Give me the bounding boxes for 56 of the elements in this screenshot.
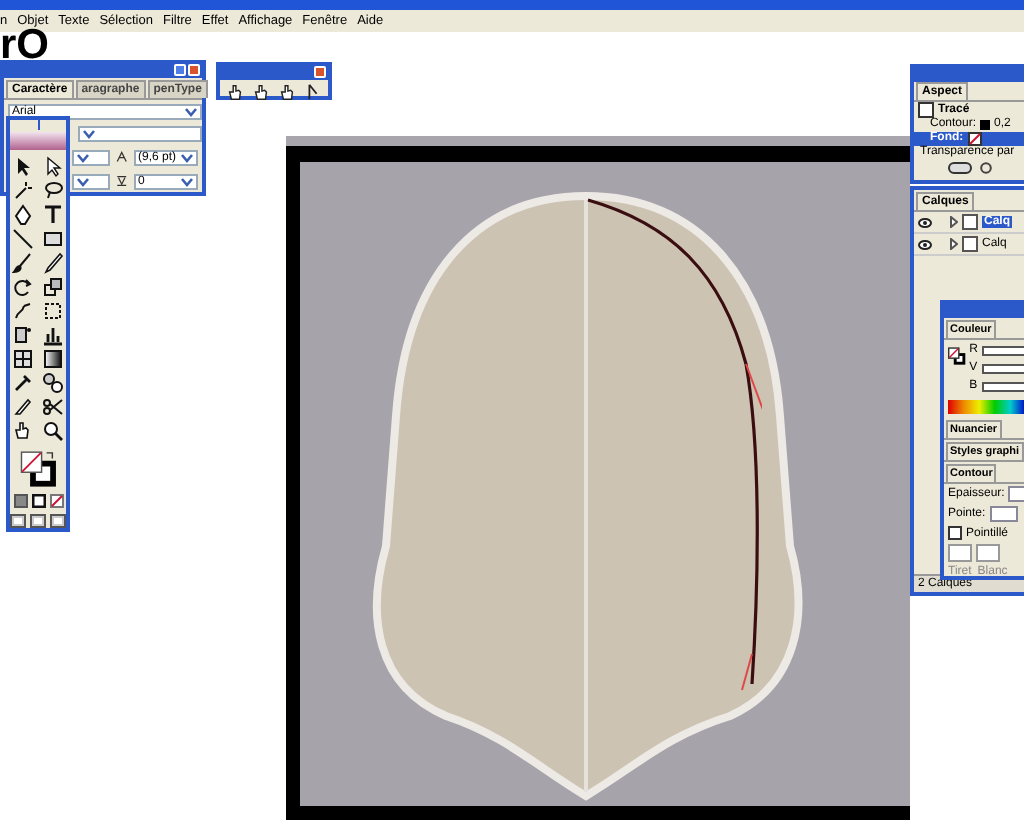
graph-icon[interactable] <box>42 324 64 347</box>
wand-icon[interactable] <box>12 180 34 203</box>
blend-icon[interactable] <box>42 372 64 395</box>
tracking-icon <box>116 172 128 190</box>
slider-track[interactable] <box>981 381 1024 391</box>
eye-icon <box>918 217 932 227</box>
spin-field[interactable] <box>989 506 1018 522</box>
toggle-icon[interactable] <box>948 161 972 173</box>
dropdown-field[interactable] <box>72 173 111 189</box>
photo-placeholder <box>10 132 66 151</box>
close-button[interactable] <box>188 64 200 76</box>
pointer-icon[interactable] <box>304 82 322 102</box>
slider-track[interactable] <box>982 345 1024 355</box>
mesh-icon[interactable] <box>12 348 34 371</box>
hand-icon[interactable] <box>12 420 34 443</box>
clear-icon[interactable] <box>980 161 992 173</box>
dash-field[interactable] <box>948 544 972 562</box>
slider-track[interactable] <box>981 363 1024 373</box>
dropdown-field[interactable] <box>72 149 111 165</box>
gradient-icon[interactable] <box>42 348 64 371</box>
color-mode-icon[interactable] <box>13 494 27 508</box>
fill-stroke-icon[interactable] <box>948 344 966 368</box>
eyedropper-icon[interactable] <box>12 372 34 395</box>
rectangle-icon[interactable] <box>42 228 64 251</box>
zoom-icon[interactable] <box>42 420 64 443</box>
lasso-icon[interactable] <box>42 180 64 203</box>
dropdown-field[interactable] <box>78 126 202 142</box>
brush-icon[interactable] <box>12 252 34 275</box>
warp-icon[interactable] <box>12 300 34 323</box>
color-spectrum[interactable] <box>948 400 1024 414</box>
arrow-icon[interactable] <box>42 156 64 179</box>
eye-icon <box>918 239 932 249</box>
checkbox[interactable] <box>948 526 962 540</box>
close-button[interactable] <box>314 66 326 78</box>
no-fill-swatch <box>967 132 982 146</box>
symbol-sprayer-icon[interactable] <box>12 324 34 347</box>
pen-icon[interactable] <box>12 204 34 227</box>
none-mode-icon[interactable] <box>49 494 63 508</box>
free-transform-icon[interactable] <box>42 300 64 323</box>
gradient-mode-icon[interactable] <box>31 494 45 508</box>
stroke-swatch <box>980 120 991 130</box>
minimize-button[interactable] <box>174 64 186 76</box>
scissors-icon[interactable] <box>42 396 64 419</box>
scale-icon[interactable] <box>42 276 64 299</box>
pencil-icon[interactable] <box>42 252 64 275</box>
rotate-icon[interactable] <box>12 276 34 299</box>
spin-field[interactable] <box>1008 486 1024 502</box>
leading-icon <box>116 148 128 166</box>
dash-field[interactable] <box>976 544 1000 562</box>
type-icon[interactable] <box>42 204 64 227</box>
slice-icon[interactable] <box>12 396 34 419</box>
path-swatch <box>918 102 934 118</box>
arrow-icon[interactable] <box>12 156 34 179</box>
document-text: rO <box>0 28 50 62</box>
caret-icon <box>184 106 198 118</box>
line-icon[interactable] <box>12 228 34 251</box>
